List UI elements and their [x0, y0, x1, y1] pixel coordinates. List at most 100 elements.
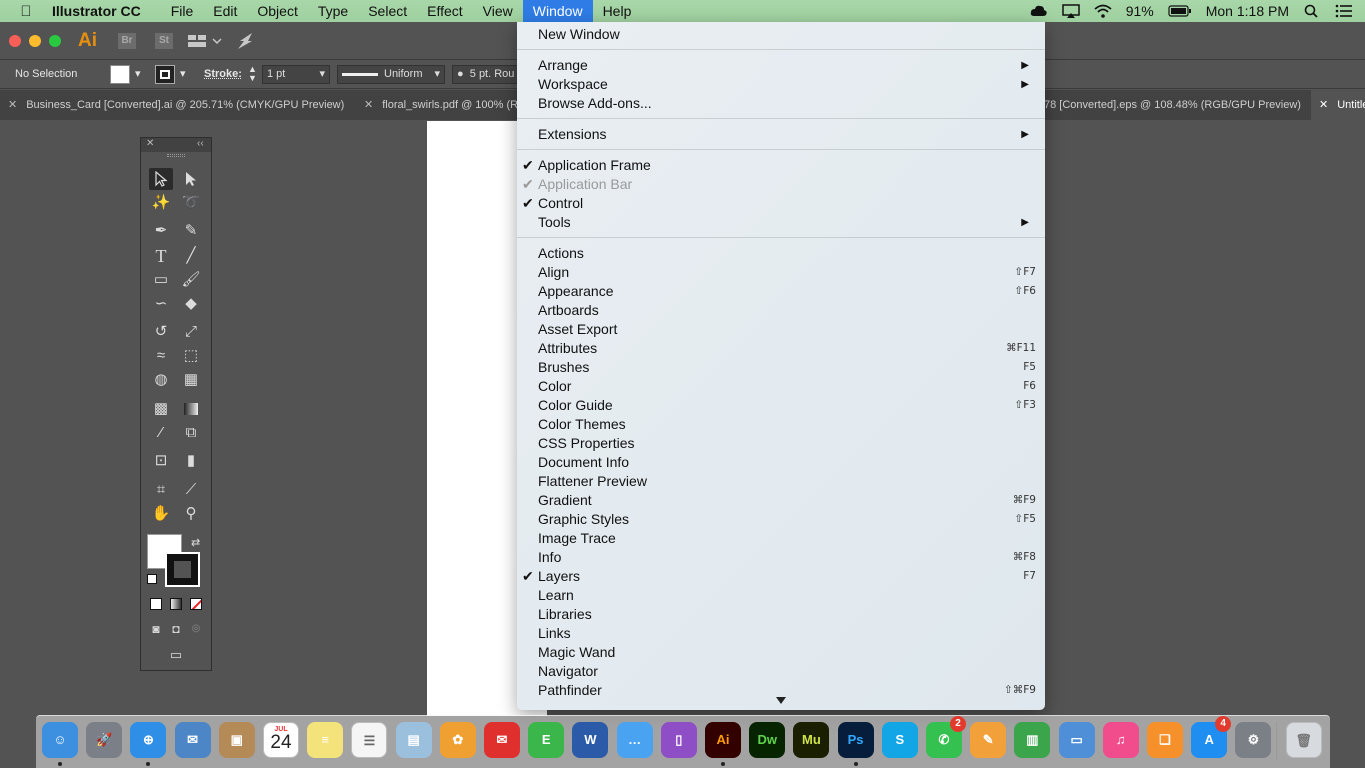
zoom-tool-icon[interactable]: ⚲: [179, 503, 203, 525]
pen-tool-icon[interactable]: ✒: [149, 220, 173, 242]
window-close-button[interactable]: [9, 35, 21, 47]
keynote-icon[interactable]: ▭: [1058, 722, 1095, 758]
finder-icon[interactable]: ☺: [42, 722, 78, 766]
stroke-dropdown-icon[interactable]: ▾: [180, 67, 186, 80]
color-mode-icon[interactable]: [150, 598, 162, 610]
menu-item-gradient[interactable]: Gradient ⌘F9: [517, 491, 1045, 510]
pages-icon[interactable]: ✎: [970, 722, 1007, 758]
airplay-icon[interactable]: [1061, 4, 1080, 18]
menu-edit[interactable]: Edit: [203, 0, 247, 22]
gradient-tool-icon[interactable]: [179, 398, 203, 420]
safari-icon[interactable]: ⊕: [130, 722, 167, 766]
preview-icon[interactable]: ▤: [395, 722, 432, 758]
menu-view[interactable]: View: [473, 0, 523, 22]
menu-item-control[interactable]: ✔ Control: [517, 194, 1045, 213]
width-tool-icon[interactable]: ≈: [149, 345, 173, 367]
menu-item-color[interactable]: Color F6: [517, 377, 1045, 396]
system-preferences-icon[interactable]: ⚙: [1235, 722, 1272, 758]
menu-effect[interactable]: Effect: [417, 0, 473, 22]
menu-scroll-down-icon[interactable]: [776, 697, 786, 704]
airmail-icon[interactable]: ✉: [484, 722, 520, 758]
free-transform-tool-icon[interactable]: ⬚: [179, 345, 203, 367]
menu-select[interactable]: Select: [358, 0, 417, 22]
line-segment-tool-icon[interactable]: ╱: [179, 245, 203, 267]
perspective-grid-tool-icon[interactable]: ▦: [179, 369, 203, 391]
calendar-icon[interactable]: JUL 24: [263, 722, 299, 758]
artboard-tool-icon[interactable]: ⌗: [149, 479, 173, 501]
menu-object[interactable]: Object: [247, 0, 307, 22]
menu-item-arrange[interactable]: Arrange ▶: [517, 56, 1045, 75]
ibooks-icon[interactable]: ❑: [1147, 722, 1183, 758]
selection-tool-icon[interactable]: [149, 168, 173, 190]
scale-tool-icon[interactable]: ⤢: [179, 321, 203, 343]
mesh-tool-icon[interactable]: ▩: [149, 398, 173, 420]
panel-grip[interactable]: [167, 154, 185, 157]
reminders-icon[interactable]: ☰: [351, 722, 388, 758]
trash-icon[interactable]: 🗑: [1285, 722, 1322, 758]
clock[interactable]: Mon 1:18 PM: [1206, 3, 1289, 19]
tab-business-card[interactable]: ✕ Business_Card [Converted].ai @ 205.71% …: [0, 90, 355, 120]
numbers-icon[interactable]: ▥: [1014, 722, 1051, 758]
menu-item-appearance[interactable]: Appearance ⇧F6: [517, 282, 1045, 301]
arrange-documents-icon[interactable]: [188, 32, 222, 55]
menu-item-extensions[interactable]: Extensions ▶: [517, 125, 1045, 144]
menu-item-libraries[interactable]: Libraries: [517, 605, 1045, 624]
shape-builder-tool-icon[interactable]: ◍: [149, 369, 173, 391]
menu-item-color-themes[interactable]: Color Themes: [517, 415, 1045, 434]
gradient-mode-icon[interactable]: [170, 598, 182, 610]
curvature-tool-icon[interactable]: ✎: [179, 220, 203, 242]
stroke-swatch[interactable]: [155, 65, 175, 84]
direct-selection-tool-icon[interactable]: [179, 168, 203, 190]
symbol-sprayer-tool-icon[interactable]: ⊡: [149, 450, 173, 472]
messages-icon[interactable]: …: [616, 722, 653, 758]
photoshop-icon[interactable]: Ps: [837, 722, 874, 766]
stroke-label[interactable]: Stroke:: [204, 68, 242, 80]
notification-center-icon[interactable]: [1335, 4, 1353, 18]
fill-swatch[interactable]: [110, 65, 130, 84]
tab-floral-swirls[interactable]: ✕ floral_swirls.pdf @ 100% (R: [356, 90, 517, 120]
menu-item-image-trace[interactable]: Image Trace: [517, 529, 1045, 548]
menu-item-layers[interactable]: ✔ Layers F7: [517, 567, 1045, 586]
tab-untitled[interactable]: ✕Untitle: [1311, 90, 1365, 120]
window-minimize-button[interactable]: [29, 35, 41, 47]
menu-item-new-window[interactable]: New Window: [517, 25, 1045, 44]
menu-item-brushes[interactable]: Brushes F5: [517, 358, 1045, 377]
lasso-tool-icon[interactable]: ➰: [179, 192, 203, 214]
menu-file[interactable]: File: [161, 0, 204, 22]
change-screen-mode-icon[interactable]: ▭: [164, 644, 188, 666]
word-icon[interactable]: W: [572, 722, 609, 758]
swap-colors-icon[interactable]: ⇄: [191, 536, 200, 549]
launchpad-icon[interactable]: 🚀: [86, 722, 123, 758]
menu-item-navigator[interactable]: Navigator: [517, 662, 1045, 681]
menu-item-links[interactable]: Links: [517, 624, 1045, 643]
menu-item-tools[interactable]: Tools ▶: [517, 213, 1045, 232]
stroke-weight-field[interactable]: 1 pt ▾: [262, 65, 330, 84]
bridge-button[interactable]: Br: [118, 33, 136, 49]
app-menu[interactable]: Illustrator CC: [52, 3, 141, 19]
menu-item-application-frame[interactable]: ✔ Application Frame: [517, 156, 1045, 175]
stroke-color-box[interactable]: [165, 552, 200, 587]
default-colors-icon[interactable]: [147, 574, 157, 584]
blend-tool-icon[interactable]: ⧉: [179, 422, 203, 444]
column-graph-tool-icon[interactable]: ▮: [179, 450, 203, 472]
itunes-icon[interactable]: ♫: [1102, 722, 1139, 758]
contacts-icon[interactable]: ▣: [218, 722, 255, 758]
hand-tool-icon[interactable]: ✋: [149, 503, 173, 525]
muse-icon[interactable]: Mu: [793, 722, 830, 758]
fill-dropdown-icon[interactable]: ▾: [135, 67, 141, 80]
shaper-tool-icon[interactable]: ∽: [149, 293, 173, 315]
tab-converted-eps[interactable]: 78 [Converted].eps @ 108.48% (RGB/GPU Pr…: [1035, 90, 1310, 120]
eyedropper-tool-icon[interactable]: ⁄: [149, 422, 173, 444]
battery-icon[interactable]: [1168, 4, 1192, 18]
rotate-tool-icon[interactable]: ↺: [149, 321, 173, 343]
brush-definition[interactable]: ● 5 pt. Rou: [452, 65, 522, 84]
apple-icon[interactable]: : [0, 3, 52, 20]
menu-type[interactable]: Type: [308, 0, 358, 22]
menu-item-document-info[interactable]: Document Info: [517, 453, 1045, 472]
notes-icon[interactable]: ≡: [307, 722, 344, 758]
menu-item-align[interactable]: Align ⇧F7: [517, 263, 1045, 282]
menu-help[interactable]: Help: [593, 0, 642, 22]
menu-item-flattener-preview[interactable]: Flattener Preview: [517, 472, 1045, 491]
menu-item-css-properties[interactable]: CSS Properties: [517, 434, 1045, 453]
tools-panel-header[interactable]: ✕ ‹‹: [141, 138, 211, 152]
